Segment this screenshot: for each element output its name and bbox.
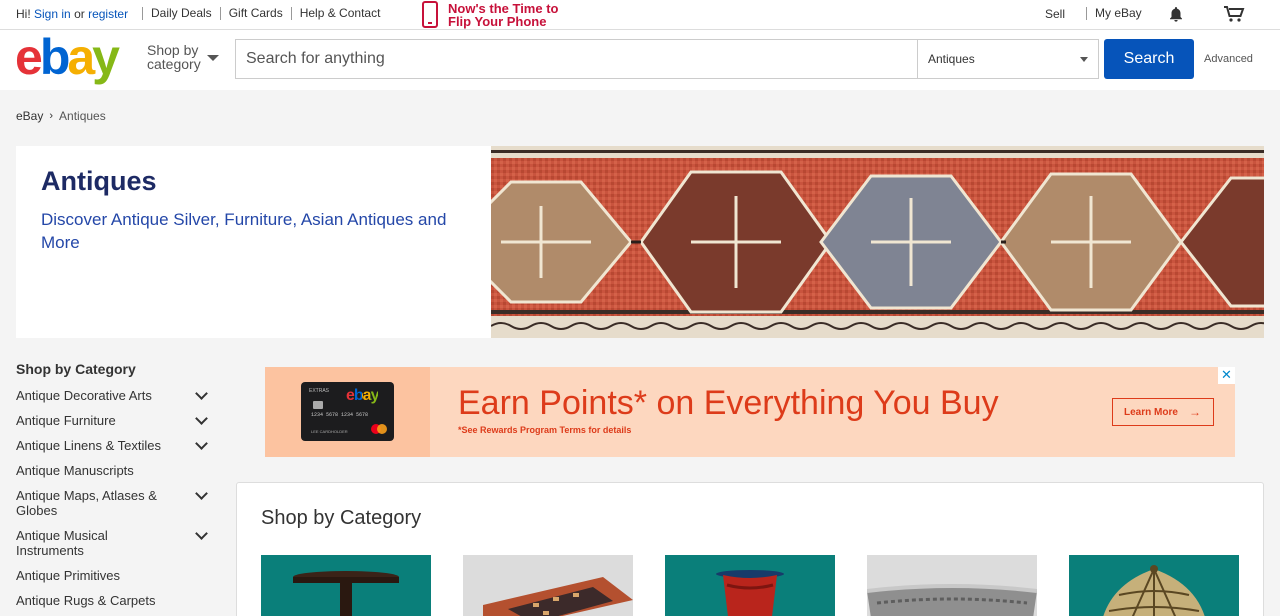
chevron-down-icon <box>207 55 219 61</box>
shop-by-line-1: Shop by <box>147 42 199 58</box>
help-contact-link[interactable]: Help & Contact <box>290 7 389 20</box>
card-panel: EXTRAS ebay 1234 5678 1234 5678 LEE CARD… <box>265 367 430 457</box>
advanced-search-link[interactable]: Advanced <box>1204 53 1253 65</box>
hero-banner: Antiques Discover Antique Silver, Furnit… <box>16 146 1264 338</box>
chevron-down-icon[interactable] <box>195 437 208 450</box>
promo-text: Now's the Time to Flip Your Phone <box>448 2 558 28</box>
category-tile-lamps[interactable] <box>1069 555 1239 616</box>
sidebar-item-furniture[interactable]: Antique Furniture <box>16 412 208 428</box>
sidebar-item-label: Antique Maps, Atlases & Globes <box>16 488 157 518</box>
ad-terms: *See Rewards Program Terms for details <box>458 425 632 435</box>
sidebar-item-primitives[interactable]: Antique Primitives <box>16 568 206 583</box>
ad-headline: Earn Points* on Everything You Buy <box>458 384 999 422</box>
shop-by-category-panel: Shop by Category <box>236 482 1264 616</box>
category-sidebar: Shop by Category Antique Decorative Arts… <box>16 361 216 616</box>
sign-in-link[interactable]: Sign in <box>34 7 71 21</box>
sidebar-heading: Shop by Category <box>16 361 136 377</box>
promo-line-1: Now's the Time to <box>448 0 559 16</box>
flip-phone-promo[interactable]: Now's the Time to Flip Your Phone <box>422 1 558 28</box>
category-select-value: Antiques <box>928 52 975 66</box>
card-extras: EXTRAS <box>309 388 330 394</box>
category-tile-asian-antiques[interactable] <box>665 555 835 616</box>
sidebar-item-manuscripts[interactable]: Antique Manuscripts <box>16 463 206 478</box>
category-tile-furniture[interactable] <box>261 555 431 616</box>
chevron-down-icon[interactable] <box>195 527 208 540</box>
chevron-down-icon[interactable] <box>195 387 208 400</box>
card-name: LEE CARDHOLDER <box>311 429 348 434</box>
card-number: 1234 5678 1234 5678 <box>311 412 369 418</box>
gift-cards-link[interactable]: Gift Cards <box>219 7 291 20</box>
sidebar-item-label: Antique Rugs & Carpets <box>16 593 156 608</box>
search-input[interactable] <box>236 40 916 78</box>
learn-more-label: Learn More <box>1124 406 1178 418</box>
category-panel-title: Shop by Category <box>261 507 422 529</box>
close-icon[interactable]: ✕ <box>1218 367 1235 384</box>
sidebar-item-decorative-arts[interactable]: Antique Decorative Arts <box>16 387 208 403</box>
top-utility-bar: Hi! Sign in or register Daily Deals Gift… <box>0 0 1280 30</box>
chevron-down-icon[interactable] <box>195 487 208 500</box>
category-select[interactable]: Antiques <box>917 40 1098 78</box>
top-links: Daily Deals Gift Cards Help & Contact <box>142 7 388 20</box>
daily-deals-link[interactable]: Daily Deals <box>142 7 220 20</box>
shop-by-line-2: category <box>147 56 201 72</box>
sidebar-item-label: Antique Primitives <box>16 568 121 583</box>
cart-icon[interactable] <box>1223 5 1245 23</box>
mastercard-icon <box>371 424 387 434</box>
breadcrumb-current: Antiques <box>59 109 106 123</box>
credit-card-image: EXTRAS ebay 1234 5678 1234 5678 LEE CARD… <box>301 382 394 441</box>
promo-line-2: Flip Your Phone <box>448 13 547 29</box>
category-tile-silver[interactable] <box>867 555 1037 616</box>
sidebar-item-label: Antique Decorative Arts <box>16 388 152 403</box>
page-title: Antiques <box>41 166 157 196</box>
sidebar-item-label: Antique Linens & Textiles <box>16 438 162 453</box>
register-link[interactable]: register <box>88 7 128 21</box>
breadcrumb-root[interactable]: eBay <box>16 109 43 123</box>
greeting-text: Hi! <box>16 7 31 21</box>
sidebar-item-label: Antique Manuscripts <box>16 463 134 478</box>
breadcrumb: eBay › Antiques <box>16 109 106 123</box>
search-box: Antiques <box>235 39 1099 79</box>
card-chip-icon <box>313 401 323 409</box>
ebay-logo[interactable]: ebay <box>15 32 120 82</box>
sidebar-item-label: Antique Furniture <box>16 413 116 428</box>
greeting: Hi! Sign in or register <box>16 7 128 21</box>
search-button[interactable]: Search <box>1104 39 1194 79</box>
chevron-down-icon[interactable] <box>195 412 208 425</box>
my-ebay-link[interactable]: My eBay <box>1086 7 1142 20</box>
rewards-ad-banner[interactable]: EXTRAS ebay 1234 5678 1234 5678 LEE CARD… <box>265 367 1235 457</box>
shop-by-category-button[interactable]: Shop by category <box>147 42 219 72</box>
sidebar-item-musical-instruments[interactable]: Antique Musical Instruments <box>16 527 208 558</box>
card-logo: ebay <box>346 387 379 404</box>
header: ebay Shop by category Antiques Search Ad… <box>0 30 1280 90</box>
rug-image <box>491 146 1264 338</box>
dropdown-caret-icon <box>1080 57 1088 62</box>
category-tile-rugs[interactable] <box>463 555 633 616</box>
phone-icon <box>422 1 438 28</box>
chevron-right-icon: › <box>49 110 54 122</box>
sidebar-item-rugs-carpets[interactable]: Antique Rugs & Carpets <box>16 593 206 608</box>
sidebar-item-label: Antique Musical Instruments <box>16 528 108 558</box>
sell-link[interactable]: Sell <box>1045 7 1065 21</box>
bell-icon[interactable] <box>1168 6 1184 22</box>
learn-more-button[interactable]: Learn More → <box>1112 398 1214 426</box>
sidebar-item-linens-textiles[interactable]: Antique Linens & Textiles <box>16 437 208 453</box>
page-subtitle: Discover Antique Silver, Furniture, Asia… <box>41 210 447 252</box>
sidebar-item-maps-atlases-globes[interactable]: Antique Maps, Atlases & Globes <box>16 487 208 518</box>
or-text: or <box>74 7 85 21</box>
arrow-right-icon: → <box>1189 405 1201 419</box>
